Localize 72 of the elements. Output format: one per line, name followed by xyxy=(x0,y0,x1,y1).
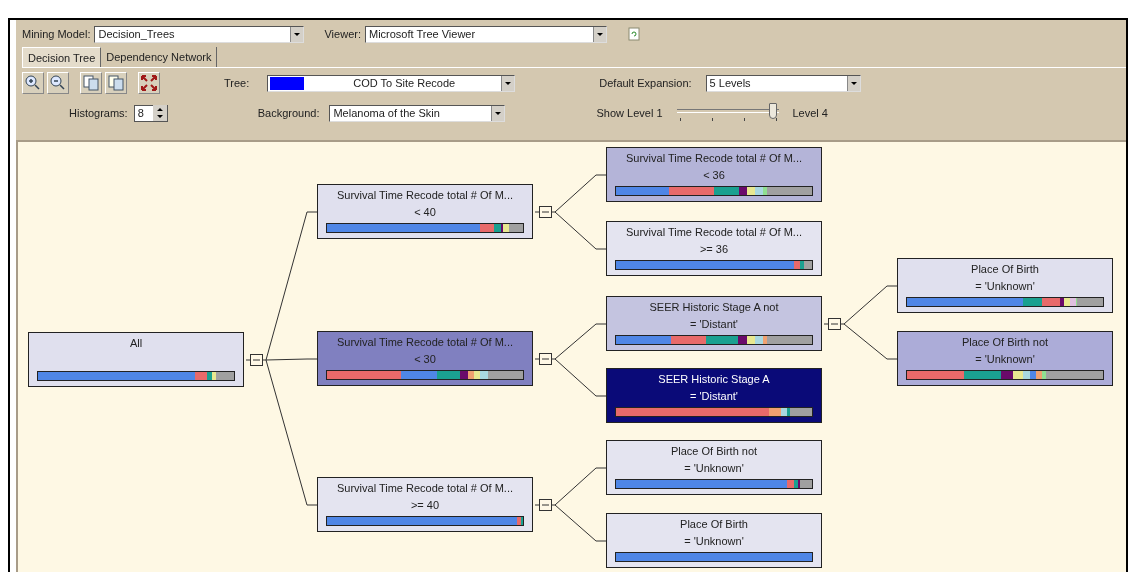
collapse-icon[interactable] xyxy=(246,351,266,368)
tree-node[interactable]: Survival Time Recode total # Of M... >= 36 xyxy=(606,221,822,276)
node-title: Survival Time Recode total # Of M... xyxy=(336,335,514,349)
node-title: Survival Time Recode total # Of M... xyxy=(336,481,514,495)
tree-node[interactable]: Survival Time Recode total # Of M... >= 40 xyxy=(317,477,533,532)
tree-node[interactable]: Place Of Birth not = 'Unknown' xyxy=(897,331,1113,386)
node-title: Place Of Birth xyxy=(971,262,1039,276)
viewer-dropdown[interactable]: Microsoft Tree Viewer xyxy=(364,25,607,43)
node-title: Survival Time Recode total # Of M... xyxy=(625,151,803,165)
connector-line xyxy=(555,503,606,542)
connector-line xyxy=(555,466,606,506)
connector-line xyxy=(555,210,606,250)
node-condition: >= 36 xyxy=(699,242,729,256)
node-condition: = 'Unknown' xyxy=(684,534,744,548)
node-title: Place Of Birth xyxy=(680,517,748,531)
default-expansion-label: Default Expansion: xyxy=(599,77,692,89)
tree-node[interactable]: SEER Historic Stage A = 'Distant' xyxy=(606,368,822,423)
tab[interactable]: Decision Tree xyxy=(22,47,102,67)
node-condition: = 'Unknown' xyxy=(684,461,744,475)
collapse-icon[interactable] xyxy=(535,496,555,513)
spinner-arrows-icon xyxy=(152,105,167,121)
connector-line xyxy=(844,322,897,360)
refresh-icon[interactable] xyxy=(626,27,641,41)
tree-node[interactable]: Survival Time Recode total # Of M... < 40 xyxy=(317,184,533,239)
viewer-label: Viewer: xyxy=(324,28,361,40)
fit-to-window-icon[interactable] xyxy=(138,72,160,94)
tree-node[interactable]: SEER Historic Stage A not = 'Distant' xyxy=(606,296,822,351)
node-title: SEER Historic Stage A xyxy=(658,372,770,386)
zoom-in-icon[interactable] xyxy=(22,72,44,94)
node-title: Place Of Birth not xyxy=(670,444,758,458)
mining-model-label: Mining Model: xyxy=(22,28,91,40)
tree-node[interactable]: All xyxy=(28,332,244,387)
background-dropdown[interactable]: Melanoma of the Skin xyxy=(329,104,506,122)
tree-node[interactable]: Place Of Birth = 'Unknown' xyxy=(897,258,1113,313)
node-title: All xyxy=(129,336,143,350)
node-title: Survival Time Recode total # Of M... xyxy=(625,225,803,239)
tree-label: Tree: xyxy=(224,77,250,89)
tree-node[interactable]: Place Of Birth = 'Unknown' xyxy=(606,513,822,568)
histograms-spinner[interactable]: 8 xyxy=(133,104,168,122)
node-condition: = 'Unknown' xyxy=(975,352,1035,366)
collapse-icon[interactable] xyxy=(824,315,844,332)
tree-node[interactable]: Survival Time Recode total # Of M... < 36 xyxy=(606,147,822,202)
copy-icon[interactable] xyxy=(105,72,127,94)
background-label: Background: xyxy=(257,107,320,119)
default-expansion-dropdown[interactable]: 5 Levels xyxy=(705,74,861,92)
connector-line xyxy=(555,173,606,213)
level-end-label: Level 4 xyxy=(792,107,828,119)
node-condition: < 30 xyxy=(414,352,436,366)
node-title: SEER Historic Stage A not xyxy=(649,300,779,314)
node-title: Survival Time Recode total # Of M... xyxy=(336,188,514,202)
tree-node[interactable]: Survival Time Recode total # Of M... < 30 xyxy=(317,331,533,386)
mining-model-dropdown[interactable]: Decision_Trees xyxy=(94,25,305,43)
node-condition: = 'Distant' xyxy=(690,389,738,403)
node-condition: < 40 xyxy=(414,205,436,219)
connector-line xyxy=(555,322,606,360)
zoom-out-icon[interactable] xyxy=(47,72,69,94)
node-condition: >= 40 xyxy=(410,498,440,512)
node-condition: = 'Unknown' xyxy=(975,279,1035,293)
histograms-label: Histograms: xyxy=(69,107,128,119)
node-condition: = 'Distant' xyxy=(690,317,738,331)
connector-line xyxy=(555,357,606,397)
slider-thumb[interactable] xyxy=(768,103,777,119)
tab[interactable]: Dependency Network xyxy=(101,47,218,67)
show-level-label: Show Level 1 xyxy=(596,107,663,119)
collapse-icon[interactable] xyxy=(535,350,555,367)
collapse-icon[interactable] xyxy=(535,203,555,220)
connector-line xyxy=(844,284,897,325)
tree-node[interactable]: Place Of Birth not = 'Unknown' xyxy=(606,440,822,495)
copy-icon[interactable] xyxy=(80,72,102,94)
tree-dropdown[interactable]: COD To Site Recode xyxy=(267,74,516,92)
node-condition: < 36 xyxy=(703,168,725,182)
node-title: Place Of Birth not xyxy=(961,335,1049,349)
